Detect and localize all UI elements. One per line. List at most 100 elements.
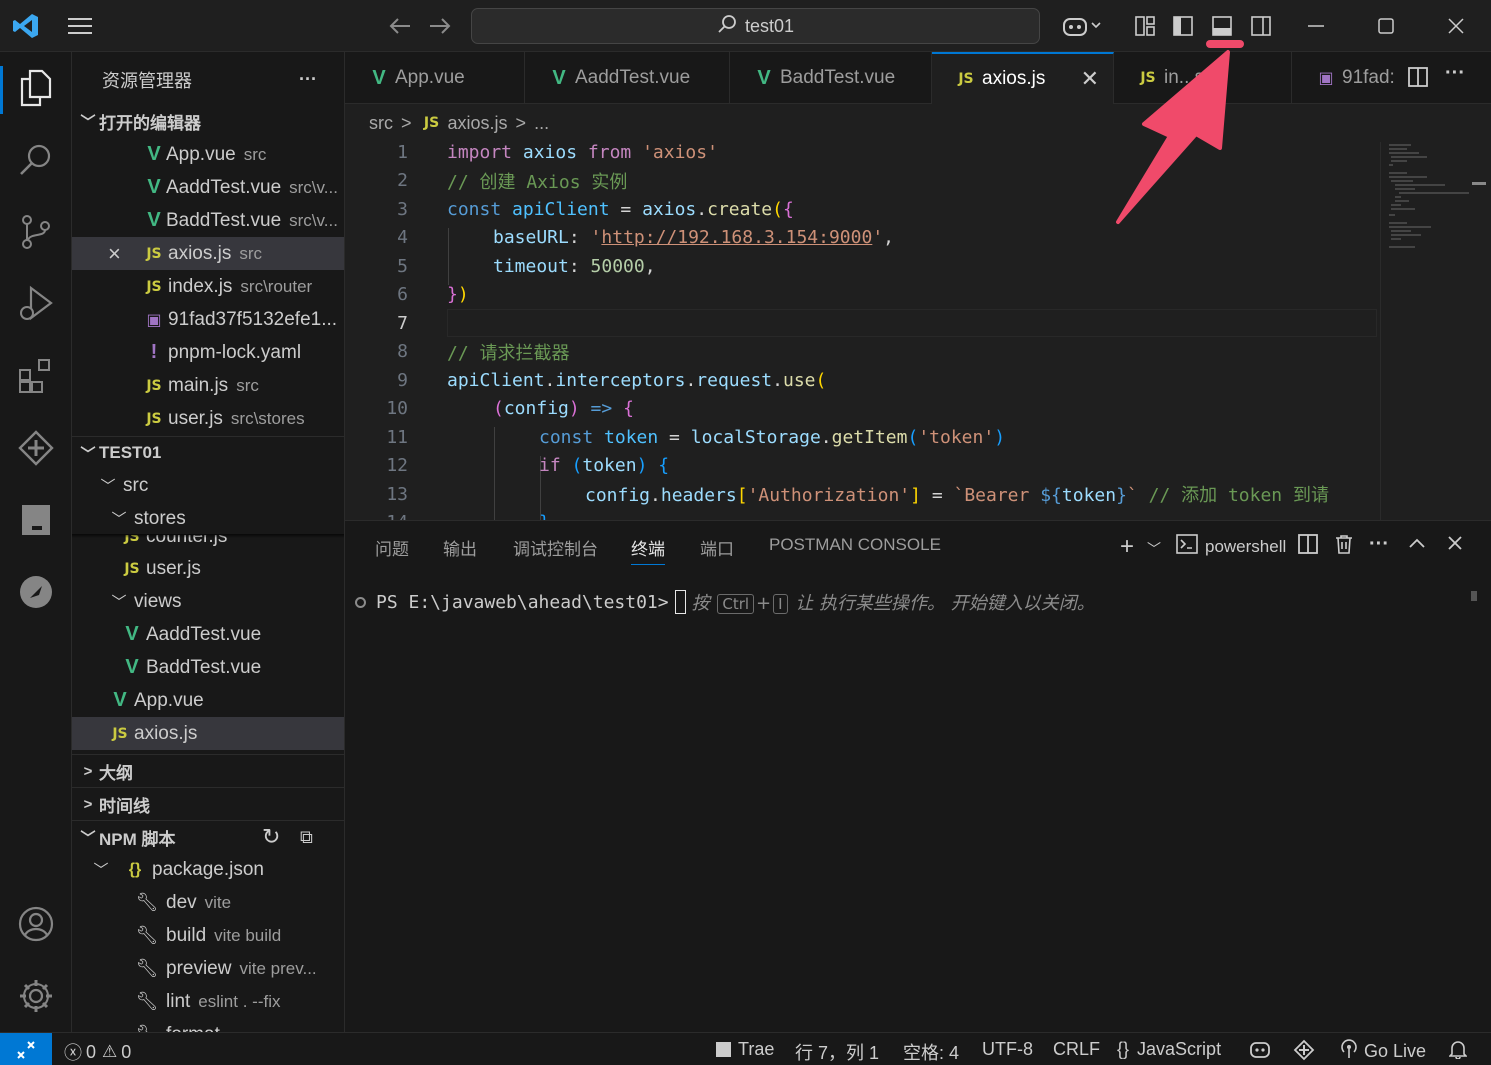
panel-tab-terminal[interactable]: 终端	[631, 535, 665, 565]
language-mode[interactable]: {} JavaScript	[1117, 1039, 1221, 1060]
tab-index-js[interactable]: JS in...s	[1114, 52, 1292, 104]
remote-explorer-icon[interactable]	[16, 500, 56, 540]
copilot-icon[interactable]	[1060, 10, 1104, 42]
open-editor-item[interactable]: ! pnpm-lock.yaml	[72, 336, 344, 369]
panel-tab-debug-console[interactable]: 调试控制台	[513, 535, 598, 560]
explorer-icon[interactable]	[16, 68, 56, 108]
vue-file-icon: V	[147, 209, 161, 231]
notifications-bell-icon[interactable]	[1448, 1039, 1468, 1064]
npm-package-json[interactable]: ﹀ {} package.json	[72, 853, 344, 886]
outline-header[interactable]: > 大纲	[72, 754, 344, 787]
forward-arrow-icon[interactable]	[424, 10, 456, 42]
maximize-panel-icon[interactable]	[1407, 533, 1427, 559]
npm-script-item[interactable]: 🔧︎ preview vite prev...	[72, 952, 344, 985]
back-arrow-icon[interactable]	[384, 10, 416, 42]
open-editor-item-active[interactable]: × JS axios.js src	[72, 237, 344, 270]
close-panel-icon[interactable]	[1445, 533, 1465, 559]
close-editor-icon[interactable]: ×	[108, 241, 142, 267]
file-user[interactable]: JS user.js	[72, 552, 344, 585]
folder-views[interactable]: ﹀ views	[72, 585, 344, 618]
panel-tab-problems[interactable]: 问题	[375, 535, 409, 560]
run-debug-icon[interactable]	[16, 284, 56, 324]
trae-status[interactable]: Trae	[716, 1039, 774, 1060]
copilot-status-icon[interactable]	[1249, 1039, 1271, 1064]
maximize-icon[interactable]	[1370, 10, 1402, 42]
minimap[interactable]	[1380, 142, 1475, 520]
open-editor-item[interactable]: JS main.js src	[72, 369, 344, 402]
line-number: 8	[397, 341, 408, 363]
problems-status[interactable]: ⓧ 0 ⚠ 0	[64, 1039, 131, 1065]
npm-script-item[interactable]: 🔧︎ lint eslint . --fix	[72, 985, 344, 1018]
breadcrumb-folder[interactable]: src	[369, 113, 393, 134]
terminal-shell-selector[interactable]: powershell	[1175, 533, 1286, 561]
npm-scripts-header[interactable]: ﹀ NPM 脚本 ↻ ⧉	[72, 820, 344, 853]
menu-icon[interactable]	[64, 10, 96, 42]
postman-icon[interactable]	[16, 572, 56, 612]
tab-baddtest[interactable]: V BaddTest.vue	[730, 52, 932, 104]
open-editor-item[interactable]: V App.vue src	[72, 138, 344, 171]
collapse-all-icon[interactable]: ⧉	[300, 827, 313, 848]
file-aaddtest[interactable]: V AaddTest.vue	[72, 618, 344, 651]
npm-script-item[interactable]: 🔧︎ format...	[72, 1018, 344, 1033]
trash-icon[interactable]	[1333, 533, 1355, 561]
settings-gear-icon[interactable]	[16, 976, 56, 1016]
go-live-button[interactable]: Go Live	[1340, 1039, 1426, 1064]
tab-app-vue[interactable]: V App.vue	[345, 52, 525, 104]
indentation[interactable]: 空格: 4	[903, 1039, 959, 1065]
toggle-secondary-sidebar-icon[interactable]	[1245, 10, 1277, 42]
cursor-position[interactable]: 行 7，列 1	[795, 1039, 879, 1065]
file-axios-selected[interactable]: JS axios.js	[72, 717, 344, 750]
open-editor-item[interactable]: V BaddTest.vue src\v...	[72, 204, 344, 237]
customize-layout-icon[interactable]	[1129, 10, 1161, 42]
remote-indicator[interactable]	[0, 1033, 52, 1065]
open-editor-item[interactable]: ▣ 91fad37f5132efe1...	[72, 303, 344, 336]
file-app-vue[interactable]: V App.vue	[72, 684, 344, 717]
toggle-panel-icon[interactable]	[1206, 10, 1238, 42]
project-folder-header[interactable]: ﹀ TEST01	[72, 436, 344, 469]
new-terminal-icon[interactable]: +	[1120, 533, 1134, 561]
file-baddtest[interactable]: V BaddTest.vue	[72, 651, 344, 684]
more-actions-icon[interactable]: ···	[299, 69, 317, 90]
minimize-icon[interactable]	[1300, 10, 1332, 42]
open-editor-item[interactable]: JS user.js src\stores	[72, 402, 344, 435]
command-center-search[interactable]: test01	[471, 8, 1040, 44]
open-editor-item[interactable]: V AaddTest.vue src\v...	[72, 171, 344, 204]
extensions-icon[interactable]	[16, 356, 56, 396]
terminal-output[interactable]: PS E:\javaweb\ahead\test01> 按 Ctrl + I 让 执…	[355, 589, 1095, 615]
panel-tab-ports[interactable]: 端口	[700, 535, 734, 560]
timeline-header[interactable]: > 时间线	[72, 787, 344, 820]
chevron-down-icon[interactable]: ﹀	[1147, 539, 1161, 559]
refresh-icon[interactable]: ↻	[262, 824, 280, 850]
encoding[interactable]: UTF-8	[982, 1039, 1033, 1060]
more-actions-icon[interactable]: ···	[1445, 62, 1465, 85]
tab-axios-js[interactable]: JS axios.js ✕	[932, 52, 1114, 104]
close-tab-icon[interactable]: ✕	[1081, 66, 1099, 92]
open-editor-item[interactable]: JS index.js src\router	[72, 270, 344, 303]
npm-script-item[interactable]: 🔧︎ build vite build	[72, 919, 344, 952]
terminal-scrollbar[interactable]	[1471, 591, 1477, 601]
code-editor[interactable]: 1 import axios from 'axios' 2 // 创建 Axio…	[345, 142, 1491, 520]
breadcrumb-symbol[interactable]: ...	[534, 113, 549, 134]
search-icon[interactable]	[16, 140, 56, 180]
folder-src[interactable]: ﹀ src	[72, 469, 344, 502]
trae-ai-status-icon[interactable]	[1293, 1039, 1315, 1065]
open-editors-header[interactable]: ﹀ 打开的编辑器	[72, 105, 344, 138]
npm-script-item[interactable]: 🔧︎ dev vite	[72, 886, 344, 919]
tab-aaddtest[interactable]: V AaddTest.vue	[525, 52, 730, 104]
split-editor-icon[interactable]	[1407, 66, 1429, 94]
toggle-sidebar-icon[interactable]	[1167, 10, 1199, 42]
source-control-icon[interactable]	[16, 212, 56, 252]
line-ending[interactable]: CRLF	[1053, 1039, 1100, 1060]
split-terminal-icon[interactable]	[1297, 533, 1319, 561]
line-number: 1	[397, 142, 408, 163]
tab-image[interactable]: ▣ 91fad:	[1292, 52, 1402, 104]
more-actions-icon[interactable]: ···	[1369, 533, 1389, 556]
folder-stores[interactable]: ﹀ stores	[72, 502, 344, 535]
panel-tab-output[interactable]: 输出	[443, 535, 477, 560]
breadcrumb-file[interactable]: axios.js	[448, 113, 508, 134]
panel-tab-postman-console[interactable]: POSTMAN CONSOLE	[769, 535, 941, 555]
close-icon[interactable]	[1440, 10, 1472, 42]
trae-icon	[716, 1042, 731, 1057]
account-icon[interactable]	[16, 904, 56, 944]
trae-ai-icon[interactable]	[16, 428, 56, 468]
